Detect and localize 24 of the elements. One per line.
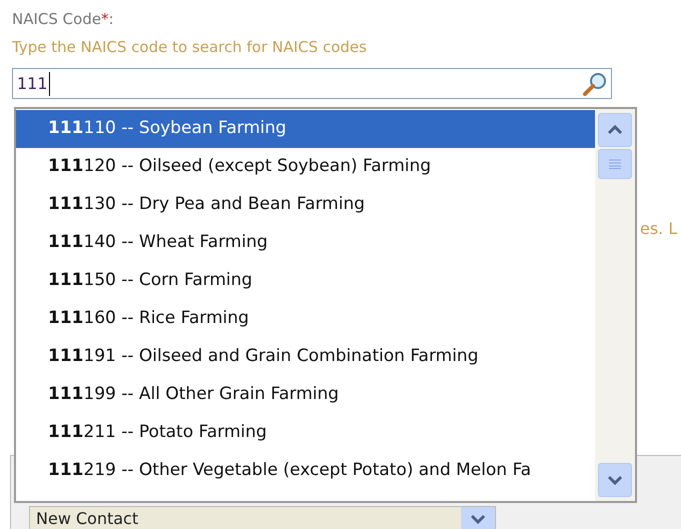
search-field[interactable]: 111 [12, 68, 612, 99]
suggestion-item[interactable]: 111160 -- Rice Farming [16, 300, 595, 338]
scroll-down-button[interactable] [598, 463, 632, 497]
contact-select[interactable]: New Contact [29, 506, 496, 529]
field-label: NAICS Code*: [12, 9, 114, 30]
suggestion-item[interactable]: 111140 -- Wheat Farming [16, 224, 595, 262]
suggestion-item[interactable]: 111199 -- All Other Grain Farming [16, 376, 595, 414]
suggestion-item[interactable]: 111211 -- Potato Farming [16, 414, 595, 452]
grip-icon [608, 159, 622, 169]
caret-down-icon[interactable] [461, 507, 495, 529]
suggestion-item[interactable]: 111219 -- Other Vegetable (except Potato) and Melon Fa [16, 452, 595, 490]
search-icon[interactable] [581, 70, 609, 96]
scroll-up-button[interactable] [598, 113, 632, 147]
suggestion-item[interactable]: 111150 -- Corn Farming [16, 262, 595, 300]
suggestion-item[interactable]: 111120 -- Oilseed (except Soybean) Farming [16, 148, 595, 186]
caret-up-icon [607, 125, 623, 135]
background-text: es. L [640, 218, 678, 240]
field-hint: Type the NAICS code to search for NAICS codes [12, 37, 367, 58]
suggestion-item[interactable]: 111110 -- Soybean Farming [16, 110, 595, 148]
scrollbar[interactable] [595, 109, 635, 501]
scroll-thumb[interactable] [598, 149, 632, 179]
suggestion-item[interactable]: 111191 -- Oilseed and Grain Combination Farming [16, 338, 595, 376]
suggestion-item[interactable]: 111130 -- Dry Pea and Bean Farming [16, 186, 595, 224]
caret-down-icon [607, 475, 623, 485]
